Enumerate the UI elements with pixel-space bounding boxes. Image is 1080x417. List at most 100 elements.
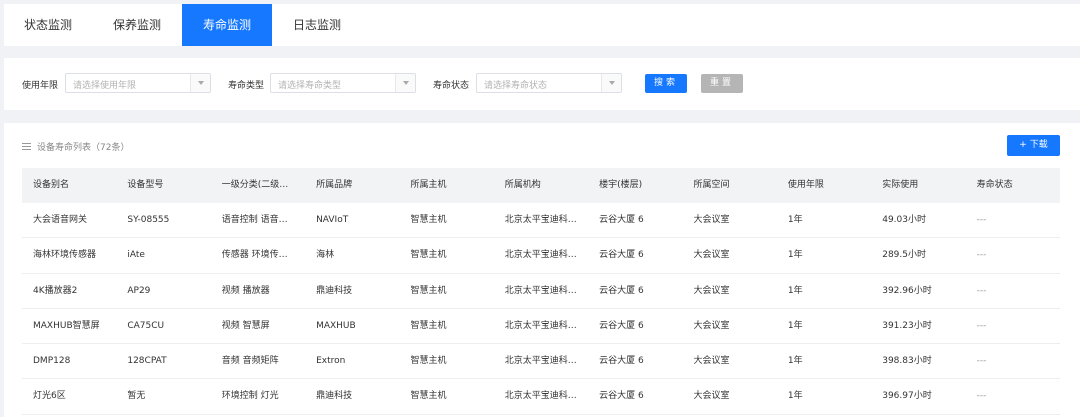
column-header: 一级分类(二级… [221,180,289,190]
table-cell: 大会议室 [693,285,730,296]
table-header: 设备别名 设备型号 一级分类(二级… 所属品牌 所属主机 所属机构 楼宇(楼层) 所属空间 使用… [22,168,1060,203]
life-type-select[interactable]: 请选择寿命类型 [270,73,416,93]
table-cell: 北京太平宝迪科… [504,250,577,261]
table-cell: iAte [127,250,145,261]
tab-status[interactable]: 状态监测 [4,4,92,46]
table-cell: MAXHUB智慧屏 [33,320,100,331]
table-cell: 海林 [316,250,335,261]
column-header: 所属机构 [504,180,541,190]
column-header: 设备别名 [33,180,70,190]
table-cell: Extron [316,356,346,367]
column-header: 寿命状态 [976,180,1013,190]
table-cell: 128CPAT [127,356,167,367]
table-cell: --- [976,285,987,296]
life-status-placeholder: 请选择寿命状态 [484,81,548,91]
tab-log[interactable]: 日志监测 [272,4,362,46]
table-cell: 49.03小时 [882,215,926,225]
tab-lifespan[interactable]: 寿命监测 [182,4,272,46]
life-status-select[interactable]: 请选择寿命状态 [476,73,622,93]
life-type-label: 寿命类型 [228,81,265,91]
reset-button[interactable]: 重置 [701,74,743,93]
table-cell: 智慧主机 [410,250,447,261]
table-cell: 391.23小时 [882,320,932,331]
table-cell: 1年 [787,285,803,296]
table-cell: 北京太平宝迪科… [504,320,577,331]
table-cell: --- [976,391,987,402]
table-cell: 1年 [787,356,803,367]
column-header: 所属品牌 [316,180,353,190]
table-cell: 1年 [787,250,803,261]
table-row[interactable]: DMP128 128CPAT 音频 音频矩阵 Extron 智慧主机 北京太平宝迪科… 云谷… [22,344,1060,380]
list-title: 设备寿命列表（72条） [37,143,130,153]
tab-maintenance[interactable]: 保养监测 [92,4,182,46]
table-cell: MAXHUB [316,320,356,331]
lifespan-table: 设备别名 设备型号 一级分类(二级… 所属品牌 所属主机 所属机构 楼宇(楼层) 所属空间 使用… [22,168,1060,415]
table-cell: 智慧主机 [410,215,447,225]
column-header: 楼宇(楼层) [599,180,643,190]
table-cell: 视频 播放器 [221,285,270,296]
search-button[interactable]: 搜索 [645,74,687,93]
table-cell: 云谷大厦 6 [599,320,644,331]
chevron-down-icon[interactable] [601,74,621,92]
table-cell: 大会议室 [693,320,730,331]
table-row[interactable]: 灯光6区 暂无 环境控制 灯光 鼎迪科技 智慧主机 北京太平宝迪科… 云谷大厦 6 大会议室 1… [22,379,1060,415]
table-cell: 传感器 环境传… [221,250,288,261]
table-cell: 鼎迪科技 [316,391,353,402]
table-cell: 语音控制 语音… [221,215,288,225]
table-cell: 289.5小时 [882,250,926,261]
tab-bar: 状态监测 保养监测 寿命监测 日志监测 [4,4,1080,46]
table-cell: 1年 [787,215,803,225]
table-cell: 1年 [787,391,803,402]
lifespan-list-panel: 设备寿命列表（72条） + 下载 设备别名 设备型号 一级分类(二级… 所属品牌 所属主… [4,123,1080,417]
chevron-down-icon[interactable] [190,74,210,92]
table-cell: NAVIoT [316,215,349,225]
table-cell: 智慧主机 [410,320,447,331]
column-header: 设备型号 [127,180,164,190]
download-button[interactable]: + 下载 [1007,135,1060,156]
list-header: 设备寿命列表（72条） [22,140,129,153]
table-cell: --- [976,320,987,331]
table-cell: CA75CU [127,320,165,331]
usage-years-placeholder: 请选择使用年限 [73,81,137,91]
table-cell: 视频 智慧屏 [221,320,270,331]
chevron-down-icon[interactable] [395,74,415,92]
table-cell: 北京太平宝迪科… [504,285,577,296]
table-cell: 大会议室 [693,356,730,367]
table-row[interactable]: 大会语音网关 SY-08555 语音控制 语音… NAVIoT 智慧主机 北京太平宝迪科…… [22,203,1060,239]
table-cell: 北京太平宝迪科… [504,356,577,367]
table-cell: 鼎迪科技 [316,285,353,296]
table-cell: 智慧主机 [410,356,447,367]
table-cell: 云谷大厦 6 [599,285,644,296]
column-header: 所属主机 [410,180,447,190]
table-cell: 392.96小时 [882,285,932,296]
table-cell: 暂无 [127,391,146,402]
life-status-label: 寿命状态 [433,81,470,91]
table-cell: SY-08555 [127,215,170,225]
table-row[interactable]: MAXHUB智慧屏 CA75CU 视频 智慧屏 MAXHUB 智慧主机 北京太平宝迪科… 云… [22,309,1060,345]
table-cell: 1年 [787,320,803,331]
table-cell: 智慧主机 [410,391,447,402]
table-cell: 大会议室 [693,250,730,261]
column-header: 实际使用 [882,180,919,190]
table-cell: --- [976,250,987,261]
table-cell: 海林环境传感器 [33,250,97,261]
table-cell: AP29 [127,285,151,296]
table-cell: 396.97小时 [882,391,932,402]
table-cell: 智慧主机 [410,285,447,296]
table-cell: 398.83小时 [882,356,932,367]
table-row[interactable]: 4K播放器2 AP29 视频 播放器 鼎迪科技 智慧主机 北京太平宝迪科… 云谷大厦 6 大会… [22,274,1060,309]
table-cell: 北京太平宝迪科… [504,215,577,225]
table-cell: 云谷大厦 6 [599,215,644,225]
table-cell: 灯光6区 [33,391,66,402]
usage-years-label: 使用年限 [22,81,59,91]
table-cell: DMP128 [33,356,71,367]
table-cell: 云谷大厦 6 [599,391,644,402]
filter-bar: 使用年限 请选择使用年限 寿命类型 请选择寿命类型 寿命状态 请选择寿命状态 搜… [4,58,1080,110]
table-cell: 大会议室 [693,215,730,225]
list-icon [22,142,31,151]
usage-years-select[interactable]: 请选择使用年限 [65,73,211,93]
table-cell: 大会议室 [693,391,730,402]
table-body: 大会语音网关 SY-08555 语音控制 语音… NAVIoT 智慧主机 北京太平宝迪科…… [22,203,1060,415]
table-row[interactable]: 海林环境传感器 iAte 传感器 环境传… 海林 智慧主机 北京太平宝迪科… 云谷大厦 6 大… [22,238,1060,274]
table-cell: 云谷大厦 6 [599,250,644,261]
